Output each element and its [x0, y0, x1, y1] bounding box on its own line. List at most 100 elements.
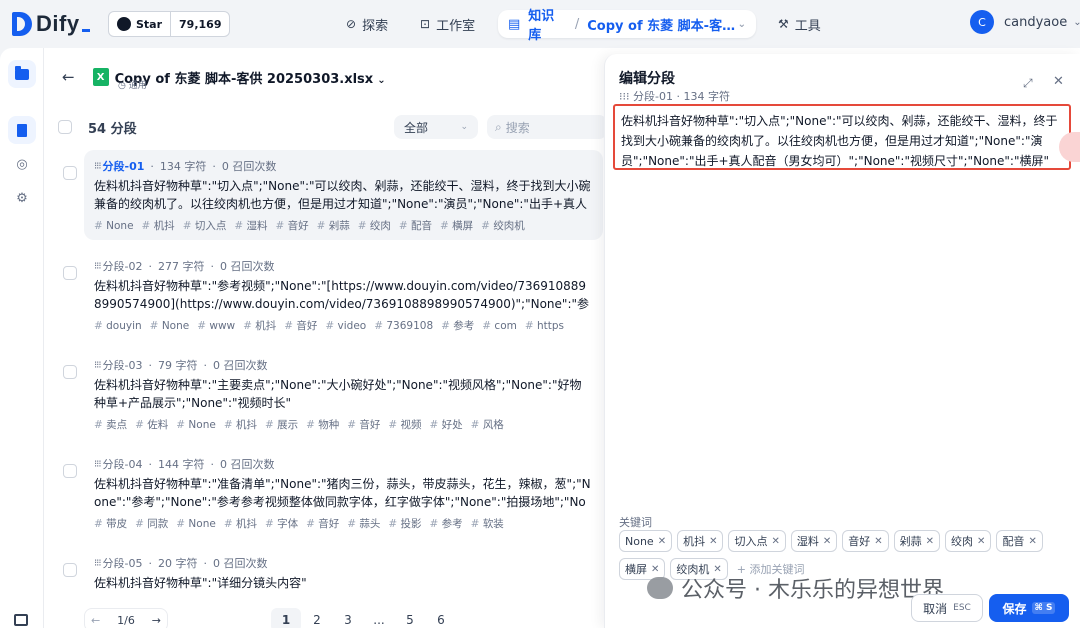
keyword-tag: 配音 ✕	[996, 530, 1043, 552]
segment-count: 54 分段	[88, 121, 137, 137]
segment-content: 佐料机抖音好物种草":"准备清单";"None":"猪肉三份，蒜头，带皮蒜头，花…	[94, 477, 591, 509]
segment-item[interactable]: ⁝⁝⁝ 分段-02 · 277 字符 · 0 召回次数 佐料机抖音好物种草":"参考视频"…	[58, 250, 603, 340]
segment-tags: 带皮同款None机抖字体音好蒜头投影参考软装	[94, 516, 593, 531]
close-icon[interactable]: ✕	[1053, 74, 1064, 89]
segment-item[interactable]: ⁝⁝⁝ 分段-01 · 134 字符 · 0 召回次数 佐料机抖音好物种草":"切入点";…	[58, 150, 603, 240]
page-indicator: 1/6	[117, 613, 135, 627]
dataset-icon[interactable]	[8, 60, 36, 88]
grid-icon: ⁝⁝⁝	[94, 260, 101, 272]
page-stepper: ← 1/6 →	[84, 608, 168, 628]
top-navigation: Dify Star 79,169 ⊘ 探索 ⊡ 工作室 ▤ 知识库 / Copy o…	[0, 0, 1080, 48]
main-area: ◎ ⚙ ← X Copy of 东菱 脚本-客供 20250303.xlsx ⌄ …	[0, 48, 1080, 628]
nav-knowledge[interactable]: ▤ 知识库 / Copy of 东菱 脚本-客供 2... ⌄	[498, 9, 756, 43]
avatar: C	[970, 10, 994, 34]
github-star-button[interactable]: Star 79,169	[108, 11, 231, 37]
segment-item[interactable]: ⁝⁝⁝ 分段-04 · 144 字符 · 0 召回次数 佐料机抖音好物种草":"准备清单"…	[58, 448, 603, 538]
tools-icon: ⚒	[778, 17, 789, 31]
chevron-down-icon: ⌄	[377, 74, 386, 86]
segment-item[interactable]: ⁝⁝⁝ 分段-03 · 79 字符 · 0 召回次数 佐料机抖音好物种草":"主要卖点";…	[58, 349, 603, 439]
close-icon[interactable]: ✕	[926, 536, 934, 547]
segment-tags: douyinNonewww机抖音好video7369108参考comhttps	[94, 318, 593, 333]
documents-nav[interactable]	[8, 116, 36, 144]
current-dataset[interactable]: Copy of 东菱 脚本-客供 2...	[587, 15, 735, 34]
folder-icon	[15, 65, 29, 80]
segment-content-editor[interactable]: 佐料机抖音好物种草":"切入点";"None":"可以绞肉、剁蒜，还能绞干、湿料…	[613, 104, 1071, 170]
book-icon: ▤	[508, 16, 521, 32]
close-icon[interactable]: ✕	[658, 536, 666, 547]
status-filter[interactable]: 全部 ⌄	[394, 115, 478, 139]
compass-icon: ⊘	[346, 17, 357, 31]
logo-text: Dify	[36, 11, 80, 36]
segment-tags: None机抖切入点湿料音好剁蒜绞肉配音横屏绞肉机	[94, 218, 593, 233]
close-icon[interactable]: ✕	[823, 536, 831, 547]
segment-list-toolbar: 54 分段 全部 ⌄ ⌕ 搜索	[58, 112, 607, 142]
document-mode: ◷ 通用	[118, 81, 147, 91]
page-ellipsis: ...	[373, 613, 385, 627]
close-icon[interactable]: ✕	[874, 536, 882, 547]
github-icon	[117, 17, 131, 31]
chevron-down-icon[interactable]: ⌄	[738, 19, 746, 30]
left-rail: ◎ ⚙	[0, 48, 44, 628]
page-button[interactable]: 1	[271, 608, 301, 628]
panel-title: 编辑分段	[619, 71, 675, 87]
chevron-down-icon: ⌄	[460, 122, 468, 132]
segment-checkbox[interactable]	[63, 464, 77, 478]
watermark: 公众号 · 木乐乐的异想世界	[647, 572, 944, 604]
user-menu[interactable]: C candyaoe ⌄	[970, 10, 1080, 34]
page-button[interactable]: 6	[426, 608, 456, 628]
cancel-button[interactable]: 取消 ESC	[911, 594, 983, 622]
grid-icon: ⁝⁝⁝	[94, 359, 101, 371]
back-arrow-icon[interactable]: ←	[62, 68, 75, 86]
user-name: candyaoe	[1004, 14, 1068, 30]
grid-icon: ⁝⁝⁝	[94, 160, 101, 172]
edit-segment-panel: 编辑分段 ⁝⁝⁝ 分段-01 · 134 字符 ⤢ ✕ 佐料机抖音好物种草":"…	[604, 54, 1080, 628]
segment-item[interactable]: ⁝⁝⁝ 分段-05 · 20 字符 · 0 召回次数 佐料机抖音好物种草":"详细分镜头内…	[58, 547, 603, 597]
pagination: 1 2 3 ... 5 6	[271, 608, 457, 628]
keyword-tag: None ✕	[619, 530, 673, 552]
segment-checkbox[interactable]	[63, 365, 77, 379]
keywords-label: 关键词	[619, 516, 652, 529]
segment-checkbox[interactable]	[63, 166, 77, 180]
grid-icon: ⁝⁝⁝	[619, 90, 633, 103]
collapse-sidebar-icon[interactable]	[14, 614, 28, 626]
segment-content: 佐料机抖音好物种草":"切入点";"None":"可以绞肉、剁蒜，还能绞干、湿料…	[94, 179, 591, 211]
dify-logo[interactable]: Dify	[12, 10, 90, 38]
segment-checkbox[interactable]	[63, 266, 77, 280]
excel-file-icon: X	[92, 68, 109, 86]
segment-tags: 卖点佐料None机抖展示物种音好视频好处风格	[94, 417, 593, 432]
segment-checkbox[interactable]	[63, 563, 77, 577]
segment-content: 佐料机抖音好物种草":"参考视频";"None":"[https://www.d…	[94, 279, 590, 311]
keyword-tag: 绞肉 ✕	[945, 530, 992, 552]
close-icon[interactable]: ✕	[977, 536, 985, 547]
keyword-tag: 切入点 ✕	[728, 530, 786, 552]
document-title[interactable]: Copy of 东菱 脚本-客供 20250303.xlsx ⌄	[115, 68, 386, 87]
panel-meta: ⁝⁝⁝ 分段-01 · 134 字符	[619, 90, 730, 103]
close-icon[interactable]: ✕	[771, 536, 779, 547]
nav-studio[interactable]: ⊡ 工作室	[420, 10, 475, 38]
hit-testing-nav[interactable]: ◎	[8, 150, 36, 178]
keyword-tag: 机抖 ✕	[677, 530, 724, 552]
expand-icon[interactable]: ⤢	[1023, 76, 1033, 91]
keyword-tag: 剁蒜 ✕	[893, 530, 941, 552]
chevron-down-icon: ⌄	[1073, 16, 1080, 28]
nav-tools[interactable]: ⚒ 工具	[778, 10, 821, 38]
page-button[interactable]: 5	[395, 608, 425, 628]
star-label: Star	[136, 17, 163, 31]
prev-arrow-icon[interactable]: ←	[91, 614, 100, 627]
grid-icon: ⁝⁝⁝	[94, 557, 101, 569]
gear-icon: ⚙	[16, 190, 28, 206]
star-count: 79,169	[179, 17, 222, 31]
next-arrow-icon[interactable]: →	[152, 614, 161, 627]
search-icon: ⌕	[495, 119, 502, 134]
close-icon[interactable]: ✕	[1028, 536, 1036, 547]
search-input[interactable]: ⌕ 搜索	[487, 115, 607, 139]
segment-content: 佐料机抖音好物种草":"详细分镜头内容"	[94, 576, 307, 590]
select-all-checkbox[interactable]	[58, 120, 72, 134]
page-button[interactable]: 2	[302, 608, 332, 628]
page-button[interactable]: 3	[333, 608, 363, 628]
save-button[interactable]: 保存 ⌘ S	[989, 594, 1069, 622]
close-icon[interactable]: ✕	[709, 536, 717, 547]
nav-explore[interactable]: ⊘ 探索	[346, 10, 388, 38]
settings-nav[interactable]: ⚙	[8, 184, 36, 212]
robot-icon: ⊡	[420, 17, 431, 31]
